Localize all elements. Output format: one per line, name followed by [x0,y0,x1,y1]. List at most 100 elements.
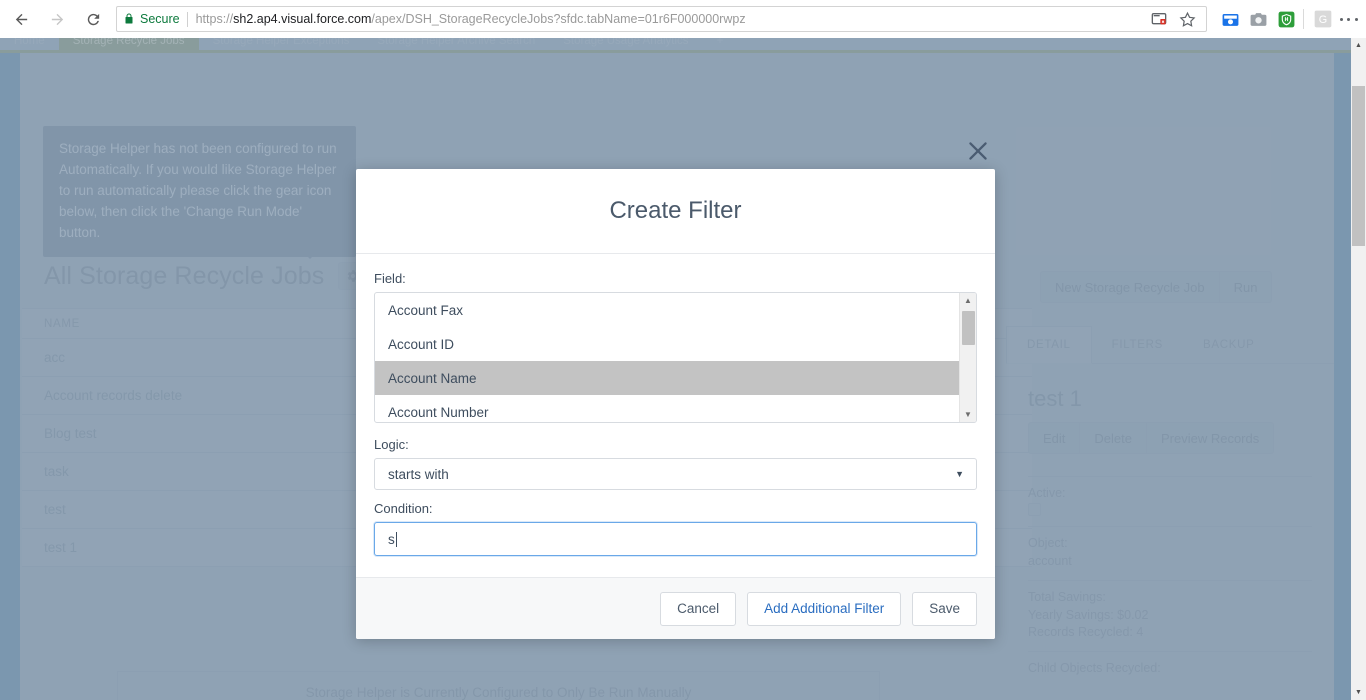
menu-dot [1354,17,1358,21]
grammarly-g-icon[interactable]: G [1310,6,1336,32]
url-path: /apex/DSH_StorageRecycleJobs?sfdc.tabNam… [371,12,746,26]
field-listbox[interactable]: Account Fax Account ID Account Name Acco… [374,292,977,423]
text-caret [395,531,397,547]
modal-footer: Cancel Add Additional Filter Save [356,577,995,639]
record-title: test 1 [1028,386,1082,411]
detail-tabs: DETAIL FILTERS BACKUP [1006,326,1334,364]
run-mode-status: Storage Helper is Currently Configured t… [305,685,692,700]
preview-records-button[interactable]: Preview Records [1146,422,1275,454]
sf-tab-storage-recycle-jobs[interactable]: Storage Recycle Jobs [58,38,199,50]
field-option-account-id[interactable]: Account ID [375,327,959,361]
url-domain: sh2.ap4.visual.force.com [233,12,372,26]
menu-dot [1347,17,1351,21]
save-to-pocket-icon[interactable] [1146,7,1172,31]
field-label: Field: [374,271,406,286]
reload-button[interactable] [78,4,108,34]
page-scrollbar-thumb[interactable] [1352,86,1365,246]
field-label: Total Savings: [1028,590,1106,604]
page-scroll-up-arrow-icon[interactable]: ▲ [1351,38,1366,53]
back-arrow-icon [15,13,27,25]
field-option-account-fax[interactable]: Account Fax [375,293,959,327]
page-viewport: Home Storage Recycle Jobs Storage Helper… [0,38,1366,700]
address-bar[interactable]: Secure https://sh2.ap4.visual.force.com/… [116,6,1207,32]
field-value: Yearly Savings: $0.02 Records Recycled: … [1028,608,1149,639]
chevron-down-icon: ▼ [955,469,964,479]
salesforce-tab-bar: Home Storage Recycle Jobs Storage Helper… [0,38,1351,50]
url-prefix: https:// [195,12,234,26]
camera-icon[interactable] [1245,6,1271,32]
callout-arrow [297,246,323,259]
storage-status-card: Storage Helper is Currently Configured t… [117,671,880,700]
field-total-savings: Total Savings: Yearly Savings: $0.02 Rec… [1028,580,1312,651]
svg-text:G: G [1319,14,1327,26]
logic-select[interactable]: starts with ▼ [374,458,977,490]
save-button[interactable]: Save [912,591,977,626]
left-rail [0,38,20,700]
close-icon [969,142,987,160]
condition-input[interactable]: s [374,522,977,556]
record-actions: Edit Delete Preview Records [1006,422,1334,454]
right-rail [1334,38,1351,700]
modal-title: Create Filter [609,197,742,224]
screenshot-icon[interactable] [1217,6,1243,32]
bookmark-star-icon[interactable] [1174,7,1200,31]
listbox-scrollbar[interactable]: ▲ ▼ [959,293,976,422]
forward-arrow-icon [51,13,63,25]
edit-button[interactable]: Edit [1028,422,1081,454]
new-storage-recycle-job-button[interactable]: New Storage Recycle Job [1040,271,1220,303]
callout-text: Storage Helper has not been configured t… [59,141,337,240]
sf-tab-storage-helper-archive-search[interactable]: Storage Helper Archive Search [363,38,549,50]
sf-tab-storage-helper-exceptions[interactable]: Storage Helper Exceptions [199,38,364,50]
sf-tab-home[interactable]: Home [0,38,59,50]
modal-close-button[interactable] [965,138,991,164]
field-value: account [1028,554,1072,568]
sf-tab-underline [0,50,1351,53]
record-fields: Active: Object: account Total Savings: Y… [1006,454,1334,675]
url-text: https://sh2.ap4.visual.force.com/apex/DS… [196,12,1144,26]
add-additional-filter-button[interactable]: Add Additional Filter [747,591,902,626]
create-filter-modal: Create Filter Field: Account Fax Account… [356,169,995,639]
toolbar-divider [1303,9,1304,29]
field-label: Object: [1028,536,1068,550]
field-label: Active: [1028,486,1066,500]
shield-icon[interactable] [1273,6,1299,32]
condition-label: Condition: [374,501,433,516]
reload-icon [87,13,99,25]
field-child-objects-recycled: Child Objects Recycled: [1028,651,1312,675]
forward-button[interactable] [42,4,72,34]
delete-button[interactable]: Delete [1080,422,1147,454]
scroll-up-arrow-icon[interactable]: ▲ [960,293,976,308]
page-scroll-down-arrow-icon[interactable]: ▼ [1351,685,1366,700]
active-checkbox[interactable] [1028,503,1041,516]
menu-dot [1340,17,1344,21]
tab-backup[interactable]: BACKUP [1183,326,1275,363]
field-option-account-name[interactable]: Account Name [375,361,959,395]
field-option-account-number[interactable]: Account Number [375,395,959,422]
sf-tab-add[interactable]: + [703,38,738,50]
page-title: All Storage Recycle Jobs [44,261,325,290]
tab-filters[interactable]: FILTERS [1092,326,1183,363]
page-scrollbar[interactable]: ▲ ▼ [1351,38,1366,700]
scroll-down-arrow-icon[interactable]: ▼ [960,407,976,422]
list-actions: New Storage Recycle Job Run [1040,271,1273,303]
sf-tab-storage-usage-analytics[interactable]: Storage Usage Analytics [549,38,702,50]
secure-label: Secure [140,12,180,26]
run-mode-callout: Storage Helper has not been configured t… [43,126,356,257]
modal-header: Create Filter [356,169,995,254]
run-button[interactable]: Run [1219,271,1273,303]
cancel-button[interactable]: Cancel [660,591,737,626]
condition-value: s [388,531,395,547]
field-active: Active: [1028,476,1312,526]
tab-detail[interactable]: DETAIL [1006,326,1092,364]
field-object: Object: account [1028,526,1312,580]
record-detail-panel: DETAIL FILTERS BACKUP test 1 Edit Delete… [1006,326,1334,700]
back-button[interactable] [6,4,36,34]
browser-toolbar: Secure https://sh2.ap4.visual.force.com/… [0,0,1366,38]
chrome-menu-icon[interactable] [1338,6,1360,32]
modal-body: Field: Account Fax Account ID Account Na… [356,254,995,556]
logic-label: Logic: [374,437,409,452]
logic-selected-value: starts with [388,466,449,482]
scrollbar-thumb[interactable] [962,311,975,345]
field-label: Child Objects Recycled: [1028,661,1161,675]
omnibox-divider [186,11,188,27]
